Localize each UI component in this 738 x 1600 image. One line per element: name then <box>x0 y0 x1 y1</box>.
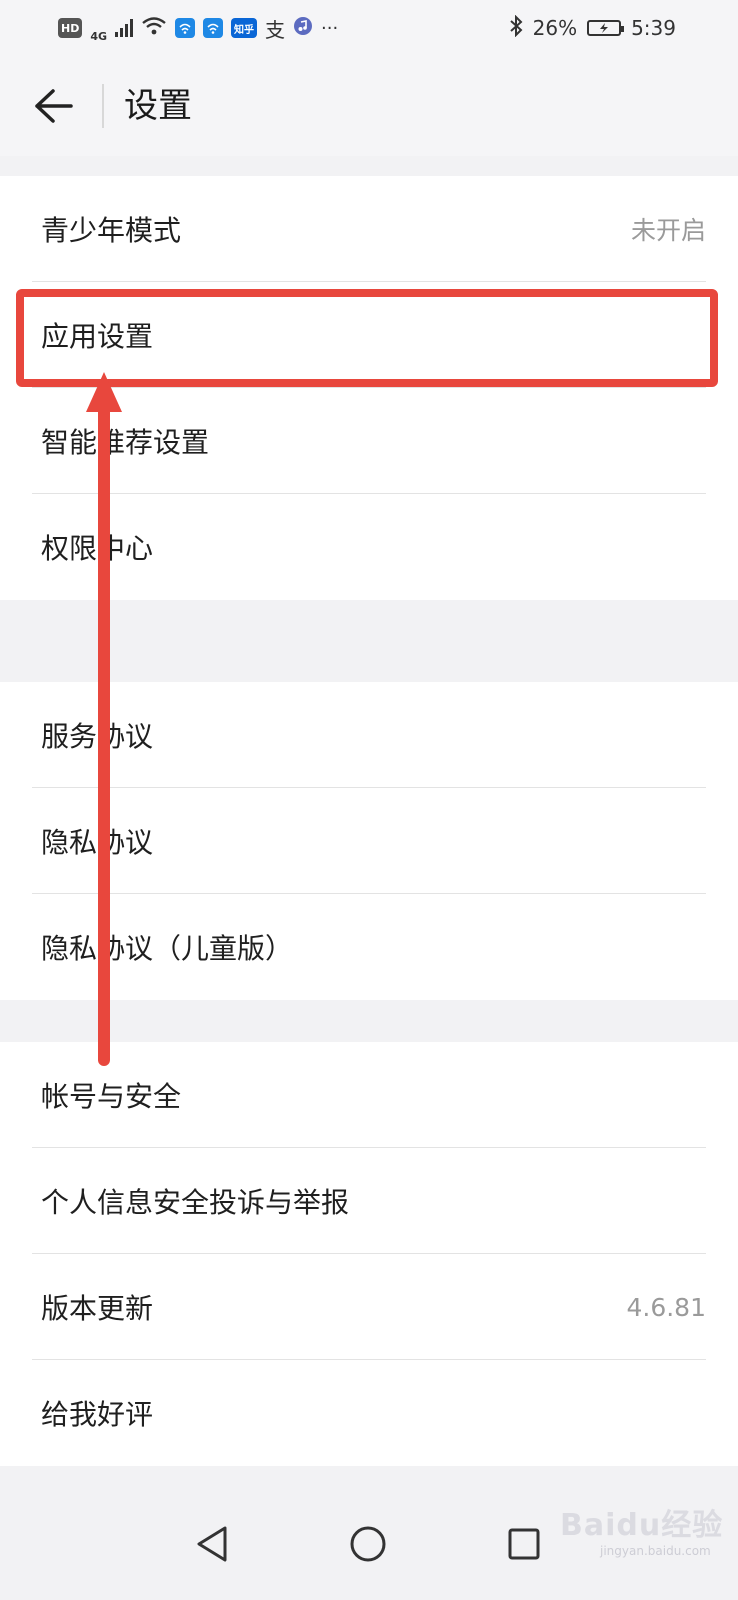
watermark-site: jingyan.baidu.com <box>600 1544 711 1558</box>
nav-back-button[interactable] <box>188 1520 236 1568</box>
settings-item-rate-us[interactable]: 给我好评 <box>0 1360 738 1466</box>
hd-badge: HD <box>58 18 83 38</box>
network-type: 4G <box>90 29 108 43</box>
settings-item-permission-center[interactable]: 权限中心 <box>0 494 738 600</box>
bluetooth-icon <box>509 14 523 42</box>
page-title: 设置 <box>124 86 192 126</box>
status-bar: HD 4G 知乎 支 ··· 26% 5:39 <box>0 0 738 56</box>
settings-item-complaint-report[interactable]: 个人信息安全投诉与举报 <box>0 1148 738 1254</box>
settings-item-label: 应用设置 <box>41 320 154 353</box>
battery-charging-icon <box>587 20 625 36</box>
settings-item-app-settings[interactable]: 应用设置 <box>0 282 738 388</box>
settings-item-version-update[interactable]: 版本更新 4.6.81 <box>0 1254 738 1360</box>
settings-section-account: 帐号与安全 个人信息安全投诉与举报 版本更新 4.6.81 给我好评 <box>0 1042 738 1466</box>
square-recents-icon <box>508 1528 540 1560</box>
back-button[interactable] <box>28 78 78 134</box>
settings-item-label: 隐私协议（儿童版） <box>41 932 294 965</box>
circle-home-icon <box>350 1526 386 1562</box>
settings-item-label: 智能推荐设置 <box>41 426 210 459</box>
settings-item-label: 帐号与安全 <box>41 1080 182 1113</box>
settings-item-label: 隐私协议 <box>41 826 154 859</box>
baidu-jingyan-watermark: Baidu经验 <box>560 1508 724 1543</box>
music-icon <box>293 16 313 41</box>
more-notifications: ··· <box>321 17 339 39</box>
status-bar-right: 26% 5:39 <box>509 14 676 42</box>
battery-percent: 26% <box>532 16 578 40</box>
triangle-back-icon <box>197 1526 227 1562</box>
settings-item-label: 权限中心 <box>41 532 154 565</box>
status-bar-left: HD 4G 知乎 支 ··· <box>58 14 338 43</box>
settings-item-teen-mode[interactable]: 青少年模式 未开启 <box>0 176 738 282</box>
nav-recents-button[interactable] <box>500 1520 548 1568</box>
settings-section-agreements: 服务协议 隐私协议 隐私协议（儿童版） <box>0 682 738 1000</box>
title-divider <box>102 84 104 128</box>
wifi-icon <box>141 16 167 41</box>
settings-item-label: 版本更新 <box>41 1292 154 1325</box>
settings-item-service-agreement[interactable]: 服务协议 <box>0 682 738 788</box>
signal-icon <box>115 19 134 37</box>
settings-item-account-security[interactable]: 帐号与安全 <box>0 1042 738 1148</box>
nav-home-button[interactable] <box>344 1520 392 1568</box>
zhihu-app-icon: 知乎 <box>231 18 258 38</box>
settings-item-privacy-agreement-kids[interactable]: 隐私协议（儿童版） <box>0 894 738 1000</box>
settings-item-label: 给我好评 <box>41 1398 154 1431</box>
settings-item-privacy-agreement[interactable]: 隐私协议 <box>0 788 738 894</box>
back-arrow-icon <box>35 89 73 123</box>
settings-item-label: 个人信息安全投诉与举报 <box>41 1186 350 1219</box>
settings-section-general: 青少年模式 未开启 应用设置 智能推荐设置 权限中心 <box>0 176 738 600</box>
teen-mode-status: 未开启 <box>630 216 706 245</box>
clock: 5:39 <box>631 16 676 40</box>
settings-item-smart-recommend[interactable]: 智能推荐设置 <box>0 388 738 494</box>
wifi-app-icon <box>175 18 196 38</box>
settings-item-label: 青少年模式 <box>41 214 182 247</box>
alipay-icon: 支 <box>265 17 286 42</box>
settings-item-label: 服务协议 <box>41 720 154 753</box>
version-number: 4.6.81 <box>626 1292 706 1322</box>
title-bar: 设置 <box>0 56 738 156</box>
wifi-app-icon <box>203 18 224 38</box>
